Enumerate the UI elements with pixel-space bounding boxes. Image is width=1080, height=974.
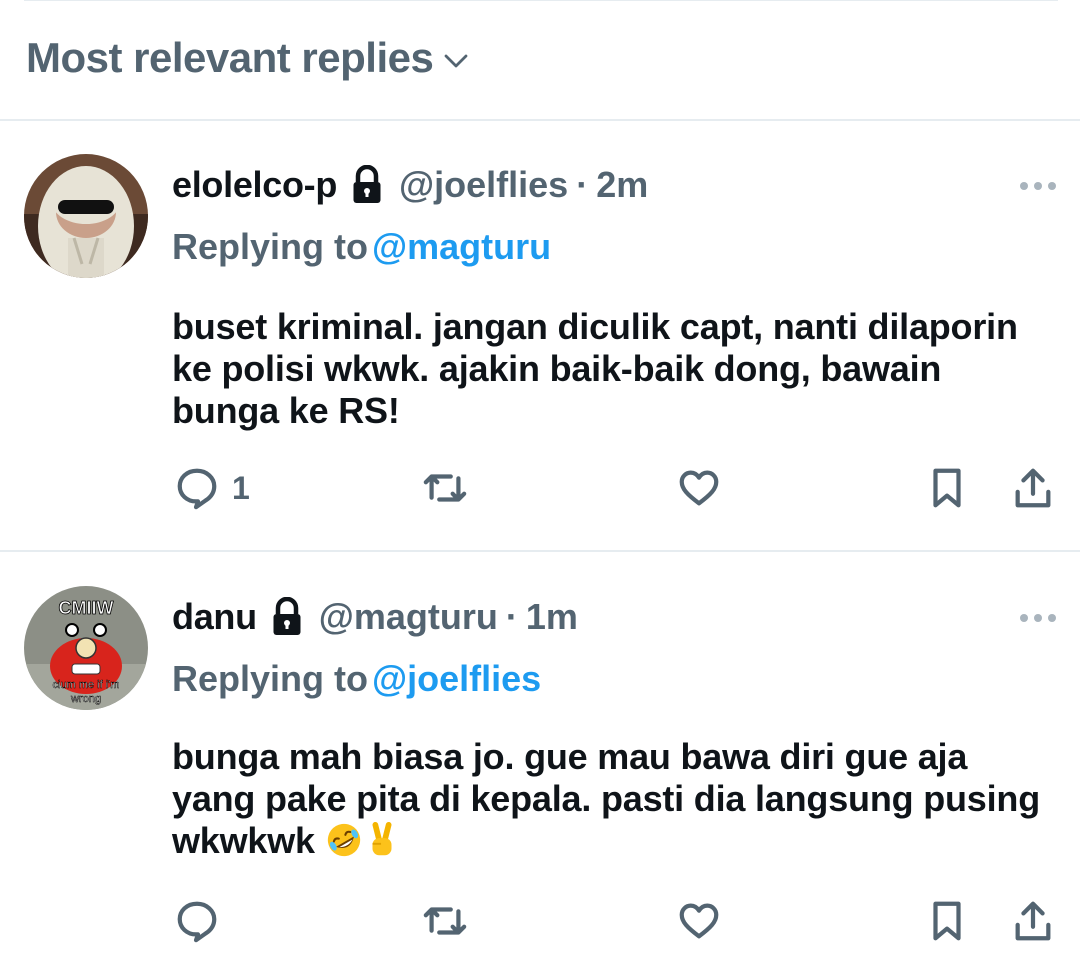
retweet-button[interactable] <box>422 465 468 511</box>
reply-button[interactable]: 1 <box>174 465 250 511</box>
like-button[interactable] <box>676 465 722 511</box>
sort-replies-dropdown[interactable]: Most relevant replies <box>26 34 471 82</box>
reply-tweet: CMIIW cium me if i'm wrong danu @magturu… <box>0 552 1080 974</box>
more-options-icon[interactable] <box>1020 612 1060 624</box>
retweet-icon <box>423 907 467 935</box>
replying-prefix: Replying to <box>172 658 368 699</box>
avatar[interactable]: CMIIW cium me if i'm wrong <box>24 586 148 710</box>
replying-prefix: Replying to <box>172 226 368 267</box>
reply-icon <box>177 901 217 943</box>
avatar[interactable] <box>24 154 148 278</box>
share-icon <box>1015 468 1051 508</box>
separator-dot: · <box>505 596 518 637</box>
bookmark-icon <box>933 901 961 941</box>
heart-icon <box>679 903 719 939</box>
sort-label: Most relevant replies <box>26 34 434 81</box>
user-handle[interactable]: @magturu <box>319 596 498 638</box>
more-options-icon[interactable] <box>1020 180 1060 192</box>
reply-count: 1 <box>232 469 250 506</box>
share-icon <box>1015 901 1051 941</box>
share-button[interactable] <box>1010 465 1056 511</box>
svg-text:wrong: wrong <box>70 693 101 705</box>
retweet-icon <box>423 474 467 502</box>
tweet-text: buset kriminal. jangan diculik capt, nan… <box>172 306 1018 431</box>
replying-to-line: Replying to @magturu <box>172 226 551 268</box>
mention-link[interactable]: @joelflies <box>372 658 541 699</box>
share-button[interactable] <box>1010 898 1056 944</box>
reply-tweet: elolelco-p @joelflies · 2m Replying to @m… <box>0 120 1080 550</box>
mention-link[interactable]: @magturu <box>372 226 551 267</box>
svg-text:cium me if i'm: cium me if i'm <box>53 679 120 691</box>
rolling-on-floor-laughing-icon <box>327 823 360 857</box>
timestamp[interactable]: 1m <box>526 596 578 638</box>
reply-icon <box>177 468 217 510</box>
bookmark-button[interactable] <box>924 465 970 511</box>
bookmark-button[interactable] <box>924 898 970 944</box>
separator-dot: · <box>576 164 589 205</box>
heart-icon <box>679 470 719 506</box>
victory-hand-icon <box>372 821 392 856</box>
display-name[interactable]: danu <box>172 596 257 638</box>
tweet-text: bunga mah biasa jo. gue mau bawa diri gu… <box>172 736 1040 861</box>
replying-to-line: Replying to @joelflies <box>172 658 541 700</box>
lock-icon <box>353 165 381 203</box>
reply-button[interactable] <box>174 898 220 944</box>
timestamp[interactable]: 2m <box>596 164 648 206</box>
avatar-caption-top: CMIIW <box>59 598 114 618</box>
tweet-text-container: bunga mah biasa jo. gue mau bawa diri gu… <box>172 736 1052 862</box>
top-divider <box>24 0 1058 1</box>
retweet-button[interactable] <box>422 898 468 944</box>
like-button[interactable] <box>676 898 722 944</box>
bookmark-icon <box>933 468 961 508</box>
user-handle[interactable]: @joelflies <box>399 164 568 206</box>
chevron-down-icon <box>444 54 468 68</box>
display-name[interactable]: elolelco-p <box>172 164 337 206</box>
lock-icon <box>273 597 301 635</box>
